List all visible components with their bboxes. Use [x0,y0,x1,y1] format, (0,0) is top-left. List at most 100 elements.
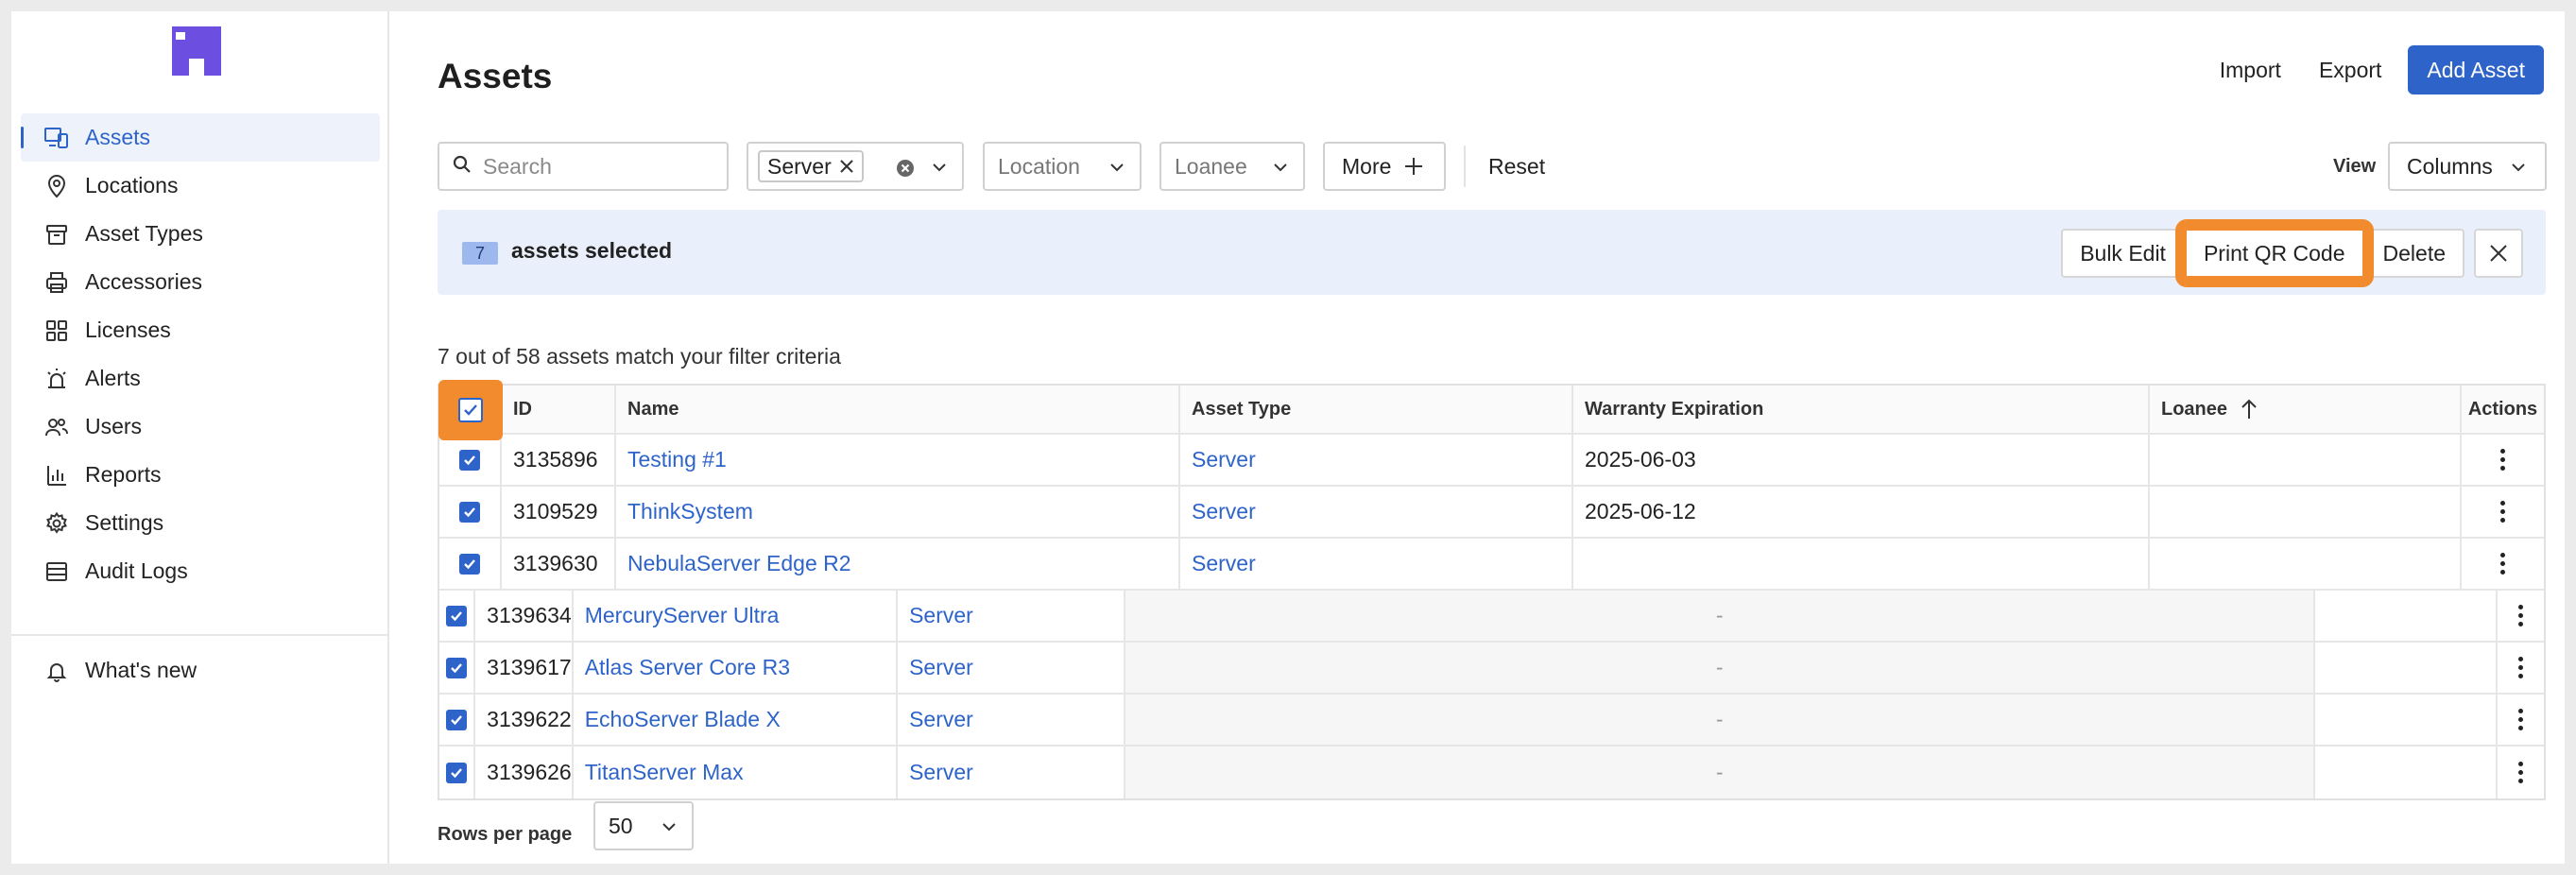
page-title: Assets [438,57,553,95]
kebab-menu-icon [2517,762,2523,783]
asset-type-link[interactable]: Server [898,591,1126,641]
map-pin-icon [43,173,70,199]
asset-type-link[interactable]: Server [898,643,1126,693]
rows-per-page-select[interactable]: 50 [593,801,694,850]
table-row[interactable]: 3109529 ThinkSystem Server 2025-06-12 [439,487,2544,539]
column-header-name[interactable]: Name [616,386,1180,433]
sidebar-item-label: Reports [85,462,162,487]
delete-button[interactable]: Delete [2363,229,2464,278]
table-row[interactable]: 3139634 MercuryServer Ultra Server - [439,591,2544,643]
asset-name-link[interactable]: MercuryServer Ultra [574,591,899,641]
row-actions-button[interactable] [2498,746,2544,798]
asset-name-link[interactable]: TitanServer Max [574,746,899,798]
grid-icon [43,317,70,344]
column-header-asset-type[interactable]: Asset Type [1180,386,1573,433]
cell-warranty: - [1125,695,2316,745]
selected-count-badge: 7 [462,242,498,265]
sidebar-item-locations[interactable]: Locations [21,162,380,210]
row-checkbox[interactable] [459,553,480,575]
cell-loanee [2315,643,2498,693]
add-asset-button[interactable]: Add Asset [2408,45,2544,94]
cell-loanee [2150,539,2462,589]
clear-selection-button[interactable] [2474,229,2523,278]
sidebar-divider [11,634,389,636]
bulk-edit-button[interactable]: Bulk Edit [2061,229,2185,278]
sidebar-item-users[interactable]: Users [21,403,380,451]
asset-name-link[interactable]: NebulaServer Edge R2 [616,539,1180,589]
app-logo[interactable] [172,26,221,76]
row-actions-button[interactable] [2498,591,2544,641]
sidebar-item-audit-logs[interactable]: Audit Logs [21,547,380,595]
sidebar-item-settings[interactable]: Settings [21,499,380,547]
row-checkbox[interactable] [459,501,480,523]
clear-filter-icon[interactable] [896,158,915,183]
asset-type-link[interactable]: Server [1180,539,1573,589]
table-row[interactable]: 3135896 Testing #1 Server 2025-06-03 [439,435,2544,487]
more-filters-button[interactable]: More [1323,142,1446,191]
asset-name-link[interactable]: Testing #1 [616,435,1180,485]
asset-type-link[interactable]: Server [898,746,1126,798]
table-row[interactable]: 3139630 NebulaServer Edge R2 Server [439,539,2544,591]
remove-chip-icon[interactable] [839,159,854,174]
kebab-menu-icon [2500,449,2505,471]
asset-name-link[interactable]: Atlas Server Core R3 [574,643,899,693]
asset-name-link[interactable]: EchoServer Blade X [574,695,899,745]
columns-view-select[interactable]: Columns [2388,142,2547,191]
filter-result-summary: 7 out of 58 assets match your filter cri… [438,344,841,369]
column-header-id[interactable]: ID [502,386,616,433]
row-checkbox-cell [439,746,476,798]
sidebar-item-label: Locations [85,173,179,197]
users-icon [43,414,70,440]
column-header-warranty[interactable]: Warranty Expiration [1573,386,2150,433]
reset-filters-button[interactable]: Reset [1488,142,1545,191]
table-row[interactable]: 3139626 TitanServer Max Server - [439,746,2544,798]
row-actions-button[interactable] [2462,435,2544,485]
row-checkbox[interactable] [446,657,468,678]
sidebar-item-licenses[interactable]: Licenses [21,306,380,354]
table-row[interactable]: 3139617 Atlas Server Core R3 Server - [439,643,2544,695]
row-checkbox[interactable] [459,449,480,471]
kebab-menu-icon [2500,553,2505,575]
import-button[interactable]: Import [2201,45,2300,94]
sidebar-item-asset-types[interactable]: Asset Types [21,210,380,258]
sidebar-item-label: Asset Types [85,221,203,246]
sidebar-item-label: Assets [85,125,151,149]
search-box[interactable] [438,142,729,191]
table-row[interactable]: 3139622 EchoServer Blade X Server - [439,695,2544,746]
row-actions-button[interactable] [2498,695,2544,745]
sidebar-item-assets[interactable]: Assets [21,113,380,162]
export-button[interactable]: Export [2300,45,2400,94]
print-qr-code-button[interactable]: Print QR Code [2174,219,2374,287]
loanee-filter[interactable]: Loanee [1159,142,1305,191]
filter-chip-server: Server [758,150,864,182]
asset-type-link[interactable]: Server [1180,435,1573,485]
location-filter[interactable]: Location [983,142,1142,191]
sidebar-item-whats-new[interactable]: What's new [21,646,380,695]
select-all-checkbox[interactable] [458,398,483,422]
cell-warranty: 2025-06-03 [1573,435,2150,485]
plus-icon [1402,155,1425,178]
cell-loanee [2315,746,2498,798]
asset-type-link[interactable]: Server [898,695,1126,745]
kebab-menu-icon [2517,605,2523,626]
sidebar-item-reports[interactable]: Reports [21,451,380,499]
asset-type-link[interactable]: Server [1180,487,1573,537]
row-checkbox[interactable] [446,709,468,730]
sidebar-item-accessories[interactable]: Accessories [21,258,380,306]
cell-id: 3109529 [502,487,616,537]
row-actions-button[interactable] [2462,539,2544,589]
filter-divider [1464,146,1466,187]
row-checkbox[interactable] [446,605,468,626]
row-checkbox[interactable] [446,762,468,783]
search-icon [453,155,472,179]
column-header-loanee[interactable]: Loanee [2150,386,2462,433]
asset-name-link[interactable]: ThinkSystem [616,487,1180,537]
asset-type-filter[interactable]: Server [747,142,964,191]
sidebar: Assets Locations Asset Types Accessories [11,11,389,864]
cell-loanee [2315,591,2498,641]
sidebar-item-label: Licenses [85,317,171,342]
search-input[interactable] [483,153,710,180]
sidebar-item-alerts[interactable]: Alerts [21,354,380,403]
row-actions-button[interactable] [2462,487,2544,537]
row-actions-button[interactable] [2498,643,2544,693]
